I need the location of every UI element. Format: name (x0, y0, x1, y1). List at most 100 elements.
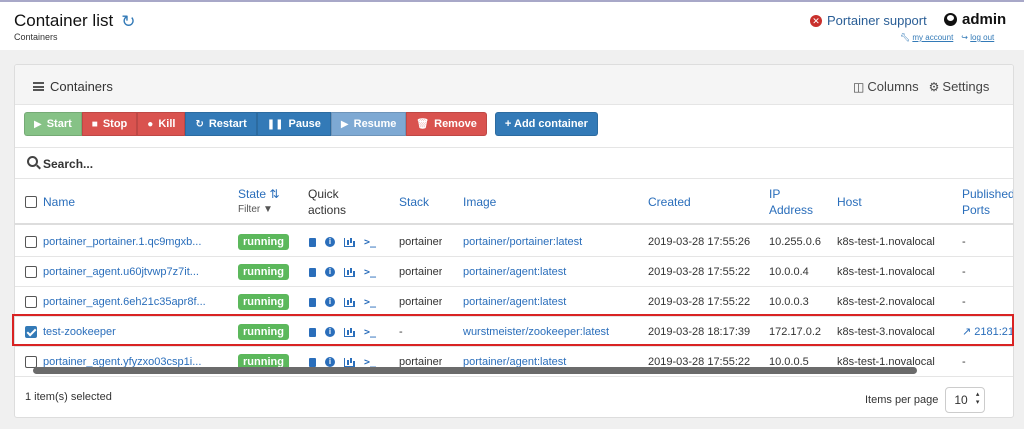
container-name-link[interactable]: test-zookeeper (43, 317, 233, 347)
col-ports[interactable]: Published Ports (962, 179, 1014, 225)
ip-value: 172.17.0.2 (769, 326, 821, 338)
portainer-support-link[interactable]: ✕ Portainer support (810, 13, 927, 28)
remove-label: Remove (434, 118, 477, 130)
col-host[interactable]: Host (837, 179, 862, 225)
page-title: Container list (14, 11, 114, 30)
col-created-label: Created (648, 195, 691, 209)
logs-icon[interactable] (309, 237, 316, 247)
published-port-value: - (962, 296, 966, 308)
image-link[interactable]: portainer/agent:latest (463, 287, 643, 317)
row-checkbox[interactable] (25, 326, 37, 338)
breadcrumb: Containers (14, 32, 58, 42)
user-icon (944, 13, 957, 26)
table-row[interactable]: portainer_portainer.1.qc9mgxb... running i… (15, 227, 1013, 257)
container-name-link[interactable]: portainer_portainer.1.qc9mgxb... (43, 227, 233, 257)
console-icon[interactable]: >_ (364, 327, 376, 338)
container-name-link[interactable]: portainer_agent.6eh21c35apr8f... (43, 287, 233, 317)
status-badge: running (238, 264, 289, 280)
remove-button[interactable]: 🗑︎ Remove (406, 112, 487, 136)
col-name[interactable]: Name (43, 179, 75, 225)
col-created[interactable]: Created (648, 179, 691, 225)
action-toolbar: ▶ Start ■ Stop ● Kill ↻ Restart ❚❚ Pause ▶ Res… (24, 112, 598, 136)
created-value: 2019-03-28 17:55:22 (648, 266, 751, 278)
items-per-page-label: Items per page (865, 394, 939, 406)
table-row[interactable]: portainer_agent.u60jtvwp7z7it... running i… (15, 257, 1013, 287)
container-name-link[interactable]: portainer_agent.u60jtvwp7z7it... (43, 257, 233, 287)
logs-icon[interactable] (309, 297, 316, 307)
image-link[interactable]: portainer/portainer:latest (463, 227, 643, 257)
resume-button[interactable]: ▶ Resume (330, 112, 407, 136)
table-row[interactable]: portainer_agent.6eh21c35apr8f... running i… (15, 287, 1013, 317)
stop-button[interactable]: ■ Stop (81, 112, 138, 136)
items-per-page-select[interactable]: 10 (945, 387, 986, 413)
status-badge: running (238, 294, 289, 310)
console-icon[interactable]: >_ (364, 267, 376, 278)
row-checkbox[interactable] (25, 296, 37, 308)
stats-icon[interactable] (344, 267, 355, 277)
select-all-checkbox[interactable] (25, 196, 37, 208)
created-value: 2019-03-28 17:55:22 (648, 296, 751, 308)
account-links: 🔧︎ my account ↪ log out (900, 33, 994, 42)
panel-title-wrap: Containers (33, 79, 113, 94)
stack-value: portainer (399, 236, 443, 248)
sort-icon: ⇅ (269, 187, 280, 201)
search-input[interactable] (43, 154, 443, 174)
log-out-link[interactable]: ↪ log out (961, 33, 994, 42)
logs-icon[interactable] (309, 327, 316, 337)
image-link[interactable]: wurstmeister/zookeeper:latest (463, 317, 643, 347)
pause-button[interactable]: ❚❚ Pause (256, 112, 331, 136)
col-ip[interactable]: IP Address (769, 179, 813, 225)
row-checkbox[interactable] (25, 266, 37, 278)
info-icon[interactable]: i (325, 357, 335, 367)
row-checkbox[interactable] (25, 236, 37, 248)
host-value: k8s-test-1.novalocal (837, 266, 935, 278)
info-icon[interactable]: i (325, 327, 335, 337)
quick-actions: i >_ (309, 317, 376, 347)
settings-button[interactable]: ⚙ Settings (929, 79, 990, 94)
col-host-label: Host (837, 195, 862, 209)
kill-label: Kill (158, 118, 176, 130)
info-icon[interactable]: i (325, 297, 335, 307)
stats-icon[interactable] (344, 297, 355, 307)
start-button[interactable]: ▶ Start (24, 112, 82, 136)
restart-button[interactable]: ↻ Restart (185, 112, 257, 136)
refresh-icon: ↻ (195, 118, 204, 130)
stats-icon[interactable] (344, 327, 355, 337)
info-icon[interactable]: i (325, 267, 335, 277)
col-ip-label-2: Address (769, 203, 814, 217)
logs-icon[interactable] (309, 267, 316, 277)
col-quick-actions-label-1: Quick (308, 187, 339, 201)
selection-count: 1 item(s) selected (25, 391, 112, 403)
add-container-button[interactable]: + Add container (494, 112, 598, 136)
stats-icon[interactable] (344, 237, 355, 247)
console-icon[interactable]: >_ (364, 297, 376, 308)
columns-button[interactable]: ◫ Columns (853, 79, 919, 94)
console-icon[interactable]: >_ (364, 237, 376, 248)
col-image[interactable]: Image (463, 179, 496, 225)
search-icon (27, 156, 38, 167)
info-icon[interactable]: i (325, 237, 335, 247)
created-value: 2019-03-28 18:17:39 (648, 326, 751, 338)
stats-icon[interactable] (344, 357, 355, 367)
kill-button[interactable]: ● Kill (137, 112, 186, 136)
col-ports-label-1: Published (962, 187, 1014, 201)
host-value: k8s-test-3.novalocal (837, 326, 935, 338)
console-icon[interactable]: >_ (364, 357, 376, 368)
published-port-value: 2181:218 (974, 326, 1014, 338)
table-row[interactable]: test-zookeeper running i >_ - wurstmeister/zo… (15, 317, 1013, 347)
col-stack[interactable]: Stack (399, 179, 429, 225)
refresh-icon[interactable]: ↻ (121, 13, 135, 30)
wrench-icon: 🔧︎ (900, 33, 911, 42)
published-port-link[interactable]: ↗ 2181:218 (962, 317, 1014, 347)
bomb-icon: ● (147, 118, 154, 130)
published-port-value: - (962, 236, 966, 248)
restart-label: Restart (208, 118, 247, 130)
my-account-link[interactable]: 🔧︎ my account (900, 33, 953, 42)
logs-icon[interactable] (309, 357, 316, 367)
state-filter[interactable]: Filter ▼ (238, 202, 279, 218)
image-link[interactable]: portainer/agent:latest (463, 257, 643, 287)
col-state[interactable]: State ⇅ Filter ▼ (238, 179, 279, 225)
horizontal-scrollbar[interactable] (33, 367, 917, 374)
status-badge: running (238, 324, 289, 340)
stack-value: portainer (399, 266, 443, 278)
